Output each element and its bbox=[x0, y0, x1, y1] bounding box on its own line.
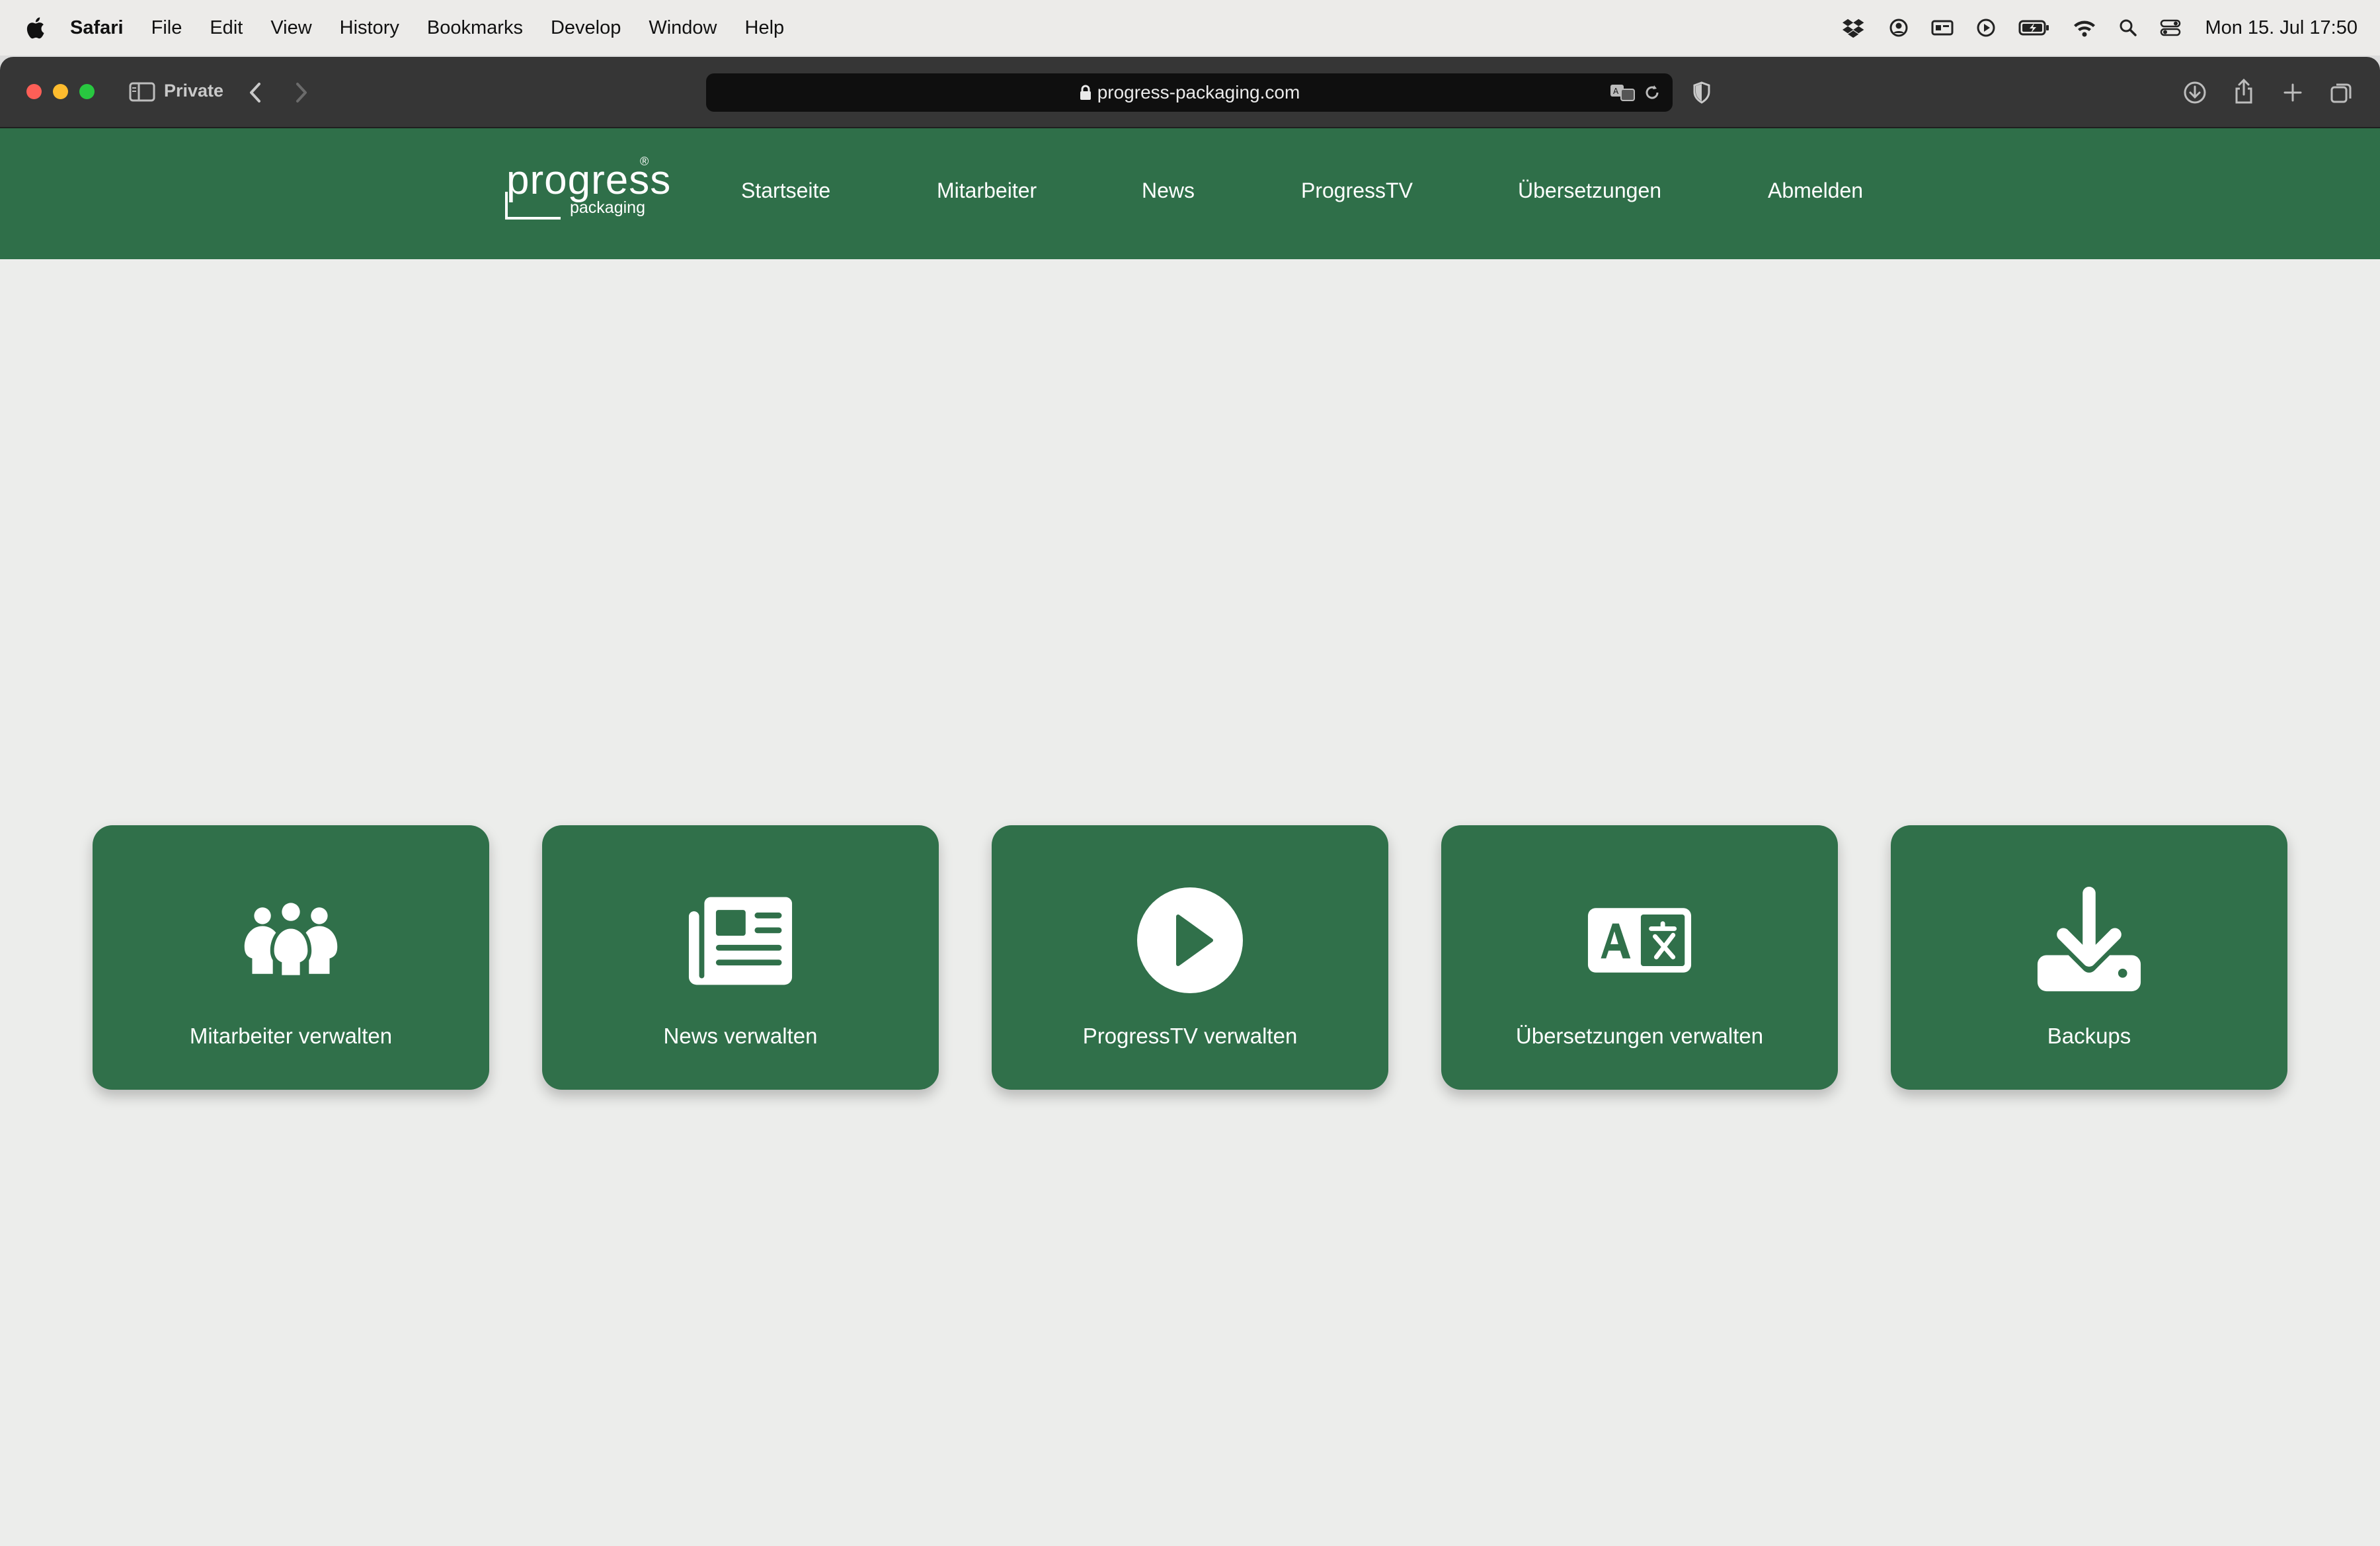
card-progresstv-verwalten[interactable]: ProgressTV verwalten bbox=[992, 825, 1388, 1090]
back-chevron-icon[interactable] bbox=[243, 81, 267, 104]
users-icon bbox=[238, 887, 344, 993]
menu-help[interactable]: Help bbox=[745, 17, 785, 39]
card-label: Backups bbox=[2047, 1024, 2131, 1048]
logo-registered-mark: ® bbox=[640, 155, 649, 168]
card-label: News verwalten bbox=[663, 1024, 818, 1048]
spotlight-search-icon[interactable] bbox=[2119, 19, 2137, 37]
privacy-shield-icon[interactable] bbox=[1690, 81, 1714, 104]
status-menu-area: Mon 15. Jul 17:50 bbox=[1820, 0, 2358, 56]
nav-uebersetzungen[interactable]: Übersetzungen bbox=[1518, 179, 1661, 203]
menu-history[interactable]: History bbox=[340, 17, 399, 39]
minimize-window-button[interactable] bbox=[53, 84, 68, 99]
url-text: progress-packaging.com bbox=[1097, 82, 1300, 102]
private-browsing-label: Private bbox=[164, 81, 224, 101]
safari-toolbar: Private progress-packaging.com A bbox=[0, 57, 2380, 128]
logo-subtitle: packaging bbox=[570, 198, 645, 217]
nav-news[interactable]: News bbox=[1142, 179, 1195, 203]
card-icon[interactable] bbox=[1931, 19, 1954, 37]
card-label: Mitarbeiter verwalten bbox=[189, 1024, 393, 1048]
svg-text:A: A bbox=[1613, 87, 1619, 96]
menu-view[interactable]: View bbox=[270, 17, 311, 39]
card-label: ProgressTV verwalten bbox=[1082, 1024, 1298, 1048]
dropbox-icon[interactable] bbox=[1843, 18, 1866, 38]
address-bar[interactable]: progress-packaging.com A bbox=[706, 73, 1673, 112]
nav-mitarbeiter[interactable]: Mitarbeiter bbox=[937, 179, 1037, 203]
progress-packaging-logo[interactable]: progress ® packaging bbox=[504, 155, 670, 220]
macos-menu-bar: Safari File Edit View History Bookmarks … bbox=[0, 0, 2380, 56]
menu-app-name[interactable]: Safari bbox=[70, 17, 124, 39]
tab-overview-icon[interactable] bbox=[2328, 79, 2355, 106]
nav-abmelden[interactable]: Abmelden bbox=[1768, 179, 1863, 203]
newspaper-icon bbox=[688, 887, 793, 993]
new-tab-plus-icon[interactable] bbox=[2280, 79, 2306, 106]
nav-progresstv[interactable]: ProgressTV bbox=[1301, 179, 1413, 203]
wifi-icon[interactable] bbox=[2073, 19, 2096, 37]
battery-icon[interactable] bbox=[2018, 19, 2050, 36]
control-center-icon[interactable] bbox=[2160, 19, 2181, 37]
download-icon bbox=[2036, 887, 2142, 993]
url-display[interactable]: progress-packaging.com bbox=[706, 73, 1673, 112]
menu-bookmarks[interactable]: Bookmarks bbox=[427, 17, 523, 39]
nav-startseite[interactable]: Startseite bbox=[741, 179, 830, 203]
menu-window[interactable]: Window bbox=[649, 17, 717, 39]
menu-file[interactable]: File bbox=[151, 17, 182, 39]
card-label: Übersetzungen verwalten bbox=[1515, 1024, 1764, 1048]
safari-window: Private progress-packaging.com A progres… bbox=[0, 57, 2380, 1546]
translate-page-icon[interactable]: A bbox=[1609, 81, 1636, 104]
translate-icon bbox=[1587, 887, 1692, 993]
menu-bar-clock[interactable]: Mon 15. Jul 17:50 bbox=[2205, 17, 2358, 39]
share-icon[interactable] bbox=[2231, 77, 2257, 106]
menu-edit[interactable]: Edit bbox=[210, 17, 243, 39]
web-page: progress ® packaging Startseite Mitarbei… bbox=[0, 128, 2380, 1546]
media-play-icon[interactable] bbox=[1976, 18, 1996, 38]
user-account-icon[interactable] bbox=[1889, 18, 1909, 38]
menu-develop[interactable]: Develop bbox=[551, 17, 621, 39]
card-mitarbeiter-verwalten[interactable]: Mitarbeiter verwalten bbox=[93, 825, 489, 1090]
forward-chevron-icon[interactable] bbox=[290, 81, 313, 104]
apple-logo-icon[interactable] bbox=[25, 16, 45, 40]
card-backups[interactable]: Backups bbox=[1891, 825, 2287, 1090]
zoom-window-button[interactable] bbox=[79, 84, 95, 99]
card-uebersetzungen-verwalten[interactable]: Übersetzungen verwalten bbox=[1441, 825, 1838, 1090]
card-news-verwalten[interactable]: News verwalten bbox=[542, 825, 939, 1090]
close-window-button[interactable] bbox=[26, 84, 42, 99]
site-header: progress ® packaging Startseite Mitarbei… bbox=[0, 128, 2380, 259]
play-icon bbox=[1137, 887, 1243, 993]
downloads-icon[interactable] bbox=[2182, 79, 2208, 106]
reload-icon[interactable] bbox=[1641, 81, 1663, 104]
lock-icon bbox=[1080, 85, 1091, 100]
sidebar-toggle-icon[interactable] bbox=[128, 79, 156, 104]
